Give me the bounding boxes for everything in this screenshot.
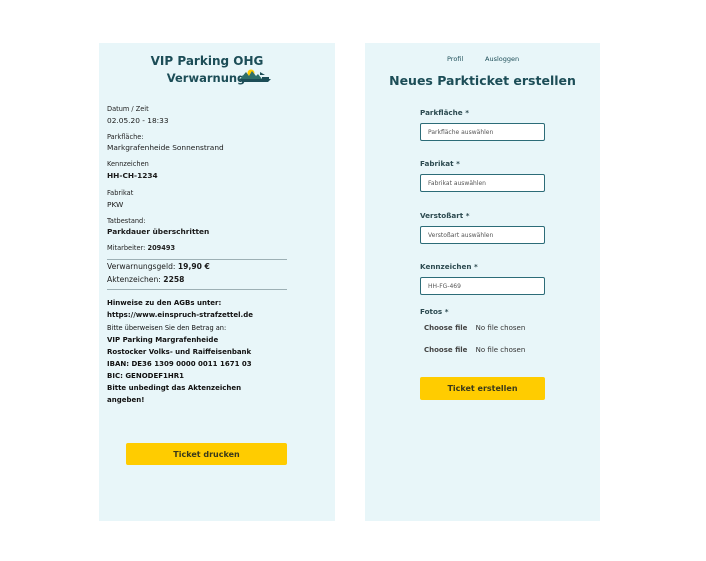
fabrikat-label-text: Fabrikat — [420, 159, 454, 168]
ticket-subtitle: Verwarnung — [166, 71, 246, 85]
datum-label: Datum / Zeit — [107, 105, 149, 113]
print-ticket-button[interactable]: Ticket drucken — [126, 443, 287, 465]
required-mark: * — [456, 159, 460, 168]
parkflaeche-field-label: Parkfläche * — [420, 108, 469, 117]
agb-line-1: Hinweise zu den AGBs unter: — [107, 299, 222, 307]
kennzeichen-field-label: Kennzeichen * — [420, 262, 478, 271]
fotos-label-text: Fotos — [420, 307, 443, 316]
form-title: Neues Parkticket erstellen — [389, 73, 576, 88]
aktenzeichen-line: Aktenzeichen: 2258 — [107, 275, 184, 284]
choose-file-button[interactable]: Choose file — [424, 324, 467, 332]
fabrikat-field-label: Fabrikat * — [420, 159, 460, 168]
parkflaeche-select[interactable]: Parkfläche auswählen — [420, 123, 545, 141]
bank-line-1: VIP Parking Margrafenheide — [107, 336, 219, 344]
aktenzeichen-value: 2258 — [163, 275, 185, 284]
kennzeichen-value: HH-CH-1234 — [107, 171, 158, 180]
required-mark: * — [465, 211, 470, 220]
iban-line: IBAN: DE36 1309 0000 0011 1671 03 — [107, 360, 252, 368]
create-ticket-button[interactable]: Ticket erstellen — [420, 377, 545, 400]
divider — [107, 289, 287, 290]
nav-logout-link[interactable]: Ausloggen — [485, 55, 519, 63]
reminder-line-2: angeben! — [107, 396, 145, 404]
datum-value: 02.05.20 - 18:33 — [107, 116, 169, 125]
verstoss-label-text: Verstoßart — [420, 211, 464, 220]
fotos-field-label: Fotos * — [420, 307, 449, 316]
agb-line-2: https://www.einspruch-strafzettel.de — [107, 311, 253, 319]
verstoss-select[interactable]: Verstoßart auswählen — [420, 226, 545, 244]
parking-ship-logo-icon — [239, 69, 271, 82]
verwarnungsgeld-value: 19,90 € — [177, 262, 210, 271]
verstoss-field-label: Verstoßart * — [420, 211, 470, 220]
fabrikat-label: Fabrikat — [107, 189, 134, 197]
tatbestand-value: Parkdauer überschritten — [107, 227, 210, 236]
file-status: No file chosen — [475, 324, 526, 332]
fabrikat-value: PKW — [107, 200, 124, 209]
bic-line: BIC: GENODEF1HR1 — [107, 372, 185, 380]
photo-file-input-2[interactable]: Choose file No file chosen — [424, 346, 525, 354]
mitarbeiter-line: Mitarbeiter: 209493 — [107, 244, 175, 252]
mitarbeiter-value: 209493 — [147, 244, 176, 252]
verwarnungsgeld-line: Verwarnungsgeld: 19,90 € — [107, 262, 210, 271]
create-ticket-panel: Profil Ausloggen Neues Parkticket erstel… — [365, 43, 600, 521]
ticket-panel: VIP Parking OHG Verwarnung Datum / Zeit … — [99, 43, 335, 521]
reminder-line-1: Bitte unbedingt das Aktenzeichen — [107, 384, 242, 392]
parkflaeche-label-text: Parkfläche — [420, 108, 463, 117]
aktenzeichen-label: Aktenzeichen: — [107, 275, 161, 284]
parkflaeche-label: Parkfläche: — [107, 133, 144, 141]
mitarbeiter-label: Mitarbeiter: — [107, 244, 146, 252]
company-name: VIP Parking OHG — [150, 54, 264, 68]
fabrikat-select[interactable]: Fabrikat auswählen — [420, 174, 545, 192]
required-mark: * — [444, 307, 449, 316]
verwarnungsgeld-label: Verwarnungsgeld: — [107, 262, 176, 271]
bank-line-2: Rostocker Volks- und Raiffeisenbank — [107, 348, 252, 356]
photo-file-input-1[interactable]: Choose file No file chosen — [424, 324, 525, 332]
choose-file-button[interactable]: Choose file — [424, 346, 467, 354]
tatbestand-label: Tatbestand: — [107, 217, 146, 225]
kennzeichen-label: Kennzeichen — [107, 160, 149, 168]
kennzeichen-label-text: Kennzeichen — [420, 262, 472, 271]
kennzeichen-input[interactable]: HH-FG-469 — [420, 277, 545, 295]
file-status: No file chosen — [475, 346, 526, 354]
divider — [107, 259, 287, 260]
transfer-note: Bitte überweisen Sie den Betrag an: — [107, 324, 227, 332]
parkflaeche-value: Markgrafenheide Sonnenstrand — [107, 143, 224, 152]
nav-profile-link[interactable]: Profil — [447, 55, 463, 63]
required-mark: * — [465, 108, 469, 117]
required-mark: * — [473, 262, 478, 271]
